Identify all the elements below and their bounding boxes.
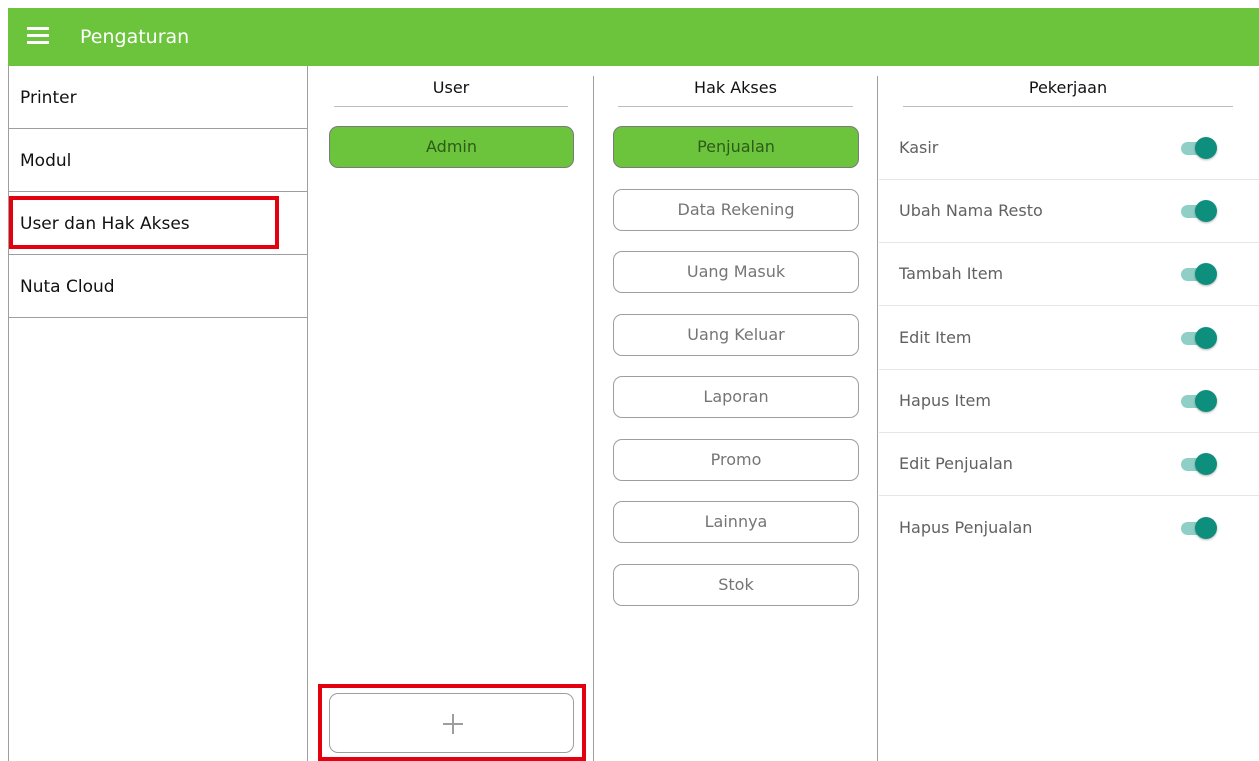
header-rule — [618, 106, 853, 107]
sidebar-item-label: Printer — [20, 88, 77, 108]
column-divider — [593, 76, 594, 761]
job-toggle-hapus-penjualan[interactable] — [1181, 517, 1217, 539]
sidebar-item-label: Modul — [20, 151, 72, 171]
menu-icon[interactable] — [27, 27, 49, 45]
access-item-laporan[interactable]: Laporan — [613, 376, 859, 418]
job-row-hapus-item: Hapus Item — [879, 370, 1259, 433]
access-item-uang-masuk[interactable]: Uang Masuk — [613, 251, 859, 293]
sidebar-item-label: User dan Hak Akses — [20, 214, 190, 234]
top-app-bar: Pengaturan — [8, 8, 1259, 66]
jobs-column-header: Pekerjaan — [1028, 78, 1108, 97]
add-user-button[interactable] — [329, 693, 574, 753]
column-divider — [877, 76, 878, 761]
job-label: Ubah Nama Resto — [899, 201, 1043, 220]
sidebar-item-label: Nuta Cloud — [20, 277, 115, 297]
sidebar-item-nuta-cloud[interactable]: Nuta Cloud — [9, 255, 307, 318]
job-toggle-ubah-nama-resto[interactable] — [1181, 200, 1217, 222]
job-row-kasir: Kasir — [879, 117, 1259, 180]
job-row-hapus-penjualan: Hapus Penjualan — [879, 497, 1259, 560]
access-item-data-rekening[interactable]: Data Rekening — [613, 189, 859, 231]
access-item-uang-keluar[interactable]: Uang Keluar — [613, 314, 859, 356]
job-label: Edit Penjualan — [899, 454, 1013, 473]
user-item-admin[interactable]: Admin — [329, 126, 574, 168]
access-item-lainnya[interactable]: Lainnya — [613, 501, 859, 543]
page-title: Pengaturan — [80, 26, 190, 48]
job-toggle-tambah-item[interactable] — [1181, 263, 1217, 285]
job-label: Hapus Item — [899, 391, 991, 410]
job-toggle-edit-penjualan[interactable] — [1181, 453, 1217, 475]
job-toggle-kasir[interactable] — [1181, 137, 1217, 159]
job-label: Tambah Item — [899, 264, 1004, 283]
job-row-edit-penjualan: Edit Penjualan — [879, 433, 1259, 496]
access-item-penjualan[interactable]: Penjualan — [613, 126, 859, 168]
header-rule — [903, 106, 1233, 107]
sidebar-item-user-dan-hak-akses[interactable]: User dan Hak Akses — [9, 192, 307, 255]
job-toggle-hapus-item[interactable] — [1181, 390, 1217, 412]
job-label: Hapus Penjualan — [899, 518, 1033, 537]
header-rule — [334, 106, 568, 107]
user-column-header: User — [432, 78, 470, 97]
job-row-ubah-nama-resto: Ubah Nama Resto — [879, 180, 1259, 243]
plus-icon — [443, 714, 463, 734]
settings-sidebar: Printer Modul User dan Hak Akses Nuta Cl… — [9, 66, 308, 761]
access-item-stok[interactable]: Stok — [613, 564, 859, 606]
access-column-header: Hak Akses — [694, 78, 777, 97]
job-label: Edit Item — [899, 328, 972, 347]
job-row-edit-item: Edit Item — [879, 307, 1259, 370]
sidebar-item-modul[interactable]: Modul — [9, 129, 307, 192]
access-item-promo[interactable]: Promo — [613, 439, 859, 481]
job-toggle-edit-item[interactable] — [1181, 327, 1217, 349]
job-label: Kasir — [899, 138, 939, 157]
sidebar-item-printer[interactable]: Printer — [9, 66, 307, 129]
job-row-tambah-item: Tambah Item — [879, 243, 1259, 306]
